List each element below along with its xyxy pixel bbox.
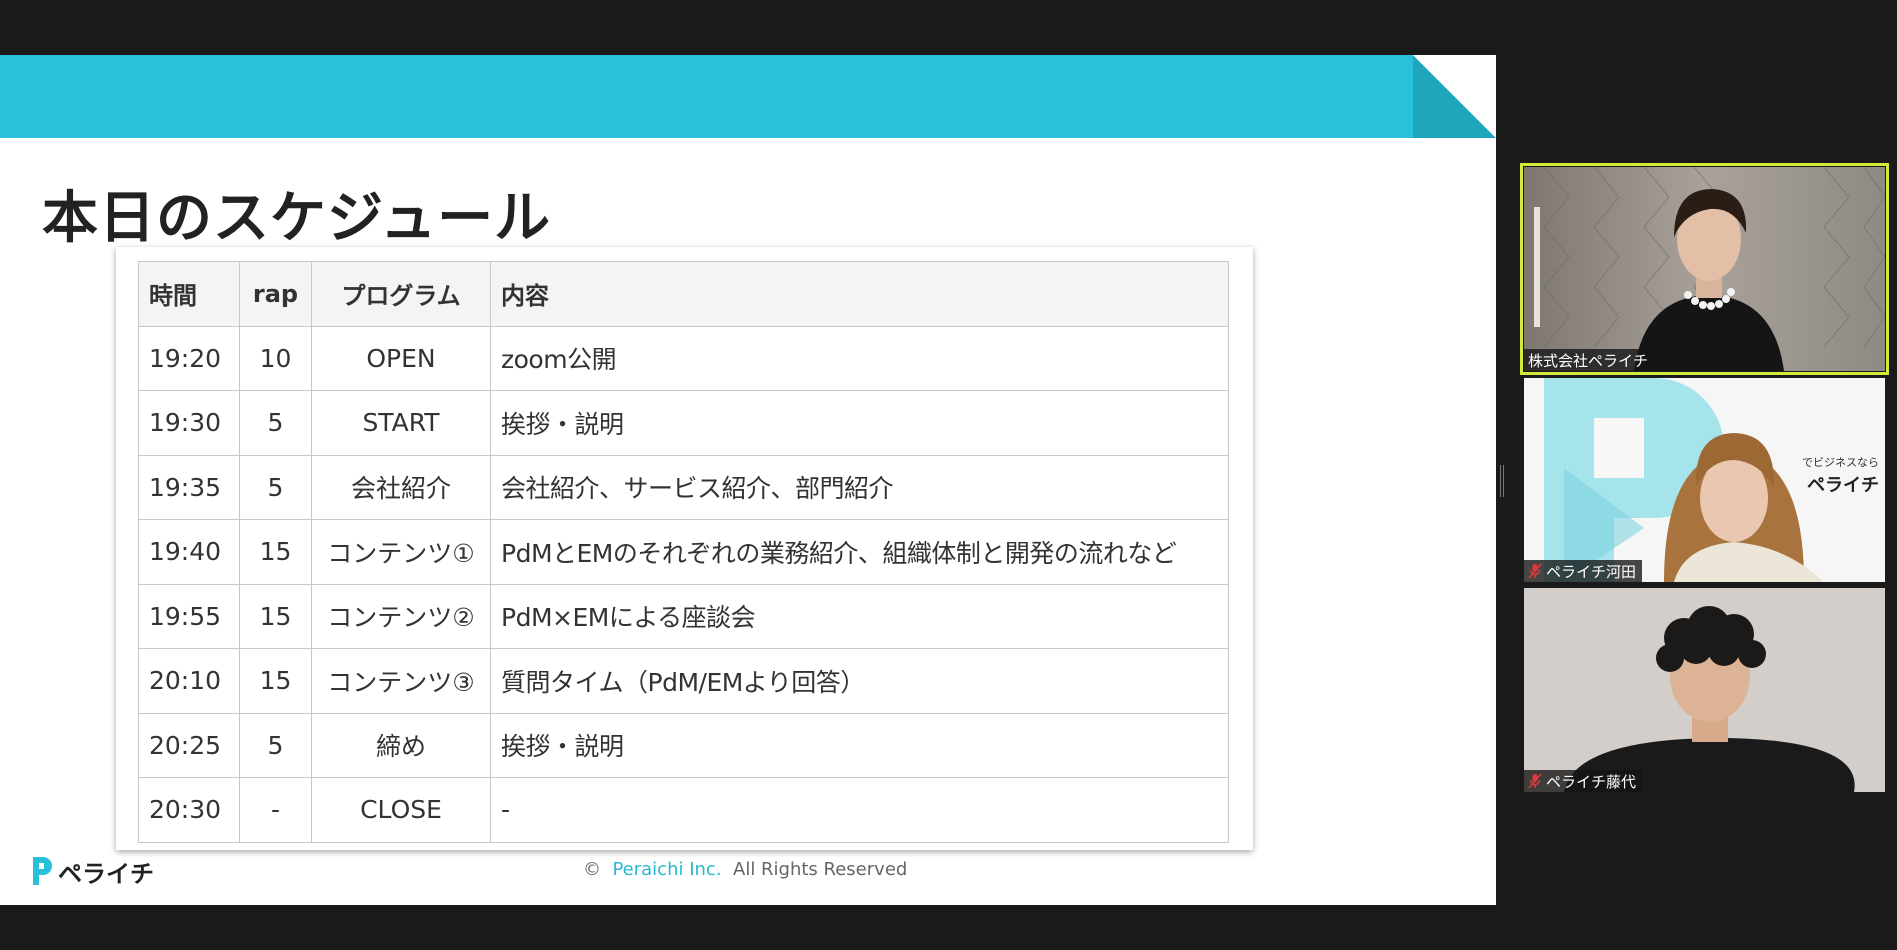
cell-time: 19:55	[138, 583, 240, 649]
cell-rap: 5	[239, 454, 312, 520]
cell-rap: 10	[239, 325, 312, 391]
table-row: 19:20 10 OPEN zoom公開	[138, 325, 1229, 391]
cell-program: コンテンツ③	[311, 648, 491, 714]
cell-time: 19:35	[138, 454, 240, 520]
cell-content: PdM×EMによる座談会	[490, 583, 1229, 649]
cell-rap: 15	[239, 648, 312, 714]
microphone-muted-icon	[1528, 773, 1542, 789]
cell-content: zoom公開	[490, 325, 1229, 391]
copyright-brand: Peraichi Inc.	[612, 859, 722, 880]
cell-program: 会社紹介	[311, 454, 491, 520]
cell-rap: 5	[239, 712, 312, 778]
cell-program: 締め	[311, 712, 491, 778]
cell-content: 挨拶・説明	[490, 712, 1229, 778]
table-row: 20:30- CLOSE -	[138, 777, 1229, 843]
participant-name: 株式会社ペライチ	[1528, 351, 1649, 370]
cell-program: START	[311, 390, 491, 456]
cell-program: コンテンツ②	[311, 583, 491, 649]
slide-header-band	[0, 55, 1413, 138]
gallery-resize-handle[interactable]	[1500, 465, 1504, 497]
copyright-notice: © Peraichi Inc. All Rights Reserved	[583, 859, 907, 880]
schedule-table-card: 時間 rap プログラム 内容 19:20 10 OPEN zoom公開 19:30 5 S…	[116, 247, 1253, 850]
schedule-table: 時間 rap プログラム 内容 19:20 10 OPEN zoom公開 19:30 5 S…	[138, 261, 1229, 843]
table-row: 19:55 15 コンテンツ② PdM×EMによる座談会	[138, 583, 1229, 649]
cell-content: 会社紹介、サービス紹介、部門紹介	[490, 454, 1229, 520]
column-header-rap: rap	[239, 261, 312, 327]
column-header-content: 内容	[490, 261, 1229, 327]
column-header-time: 時間	[138, 261, 240, 327]
cell-rap: 15	[239, 583, 312, 649]
table-row: 19:30 5 START 挨拶・説明	[138, 390, 1229, 456]
participant-name-label: ペライチ藤代	[1524, 770, 1643, 792]
cell-time: 20:10	[138, 648, 240, 714]
copyright-rest: All Rights Reserved	[733, 859, 908, 880]
peraichi-logo: ペライチ	[30, 855, 154, 888]
table-header-row: 時間 rap プログラム 内容	[138, 261, 1229, 327]
cell-program: コンテンツ①	[311, 519, 491, 585]
participant-name-label: ペライチ河田	[1524, 560, 1643, 582]
cell-time: 20:25	[138, 712, 240, 778]
participant-name-label: 株式会社ペライチ	[1524, 349, 1655, 371]
participant-video-1	[1524, 167, 1885, 371]
participant-tile-1[interactable]: 株式会社ペライチ	[1520, 163, 1889, 375]
table-row: 19:40 15 コンテンツ① PdMとEMのそれぞれの業務紹介、組織体制と開発の流れ…	[138, 519, 1229, 585]
cell-content: 挨拶・説明	[490, 390, 1229, 456]
cell-time: 20:30	[138, 777, 240, 843]
cell-rap: 15	[239, 519, 312, 585]
shared-slide: 本日のスケジュール 時間 rap プログラム 内容 19:20 10 OPEN zoo…	[0, 55, 1496, 905]
cell-time: 19:20	[138, 325, 240, 391]
cell-program: OPEN	[311, 325, 491, 391]
participant-name: ペライチ藤代	[1546, 772, 1637, 791]
slide-title: 本日のスケジュール	[42, 186, 552, 251]
participant-tile-2[interactable]: でビジネスなら ペライチ ペライチ河田	[1524, 378, 1885, 582]
participant-video-3	[1524, 588, 1885, 792]
cell-rap: -	[239, 777, 312, 843]
table-row: 19:35 5 会社紹介 会社紹介、サービス紹介、部門紹介	[138, 454, 1229, 520]
cell-time: 19:40	[138, 519, 240, 585]
participant-video-2: でビジネスなら ペライチ	[1524, 378, 1885, 582]
cell-rap: 5	[239, 390, 312, 456]
cell-time: 19:30	[138, 390, 240, 456]
background-text-1: でビジネスなら	[1802, 456, 1879, 469]
copyright-symbol: ©	[583, 859, 601, 880]
cell-program: CLOSE	[311, 777, 491, 843]
cell-content: -	[490, 777, 1229, 843]
cell-content: 質問タイム（PdM/EMより回答）	[490, 648, 1229, 714]
column-header-program: プログラム	[311, 261, 491, 327]
participant-tile-3[interactable]: ペライチ藤代	[1524, 588, 1885, 792]
microphone-muted-icon	[1528, 563, 1542, 579]
participant-name: ペライチ河田	[1546, 562, 1637, 581]
table-row: 20:25 5 締め 挨拶・説明	[138, 712, 1229, 778]
table-row: 20:10 15 コンテンツ③ 質問タイム（PdM/EMより回答）	[138, 648, 1229, 714]
logo-text: ペライチ	[58, 859, 154, 888]
background-text-2: ペライチ	[1807, 475, 1879, 496]
peraichi-logo-icon	[33, 857, 52, 885]
cell-content: PdMとEMのそれぞれの業務紹介、組織体制と開発の流れなど	[490, 519, 1229, 585]
slide-corner-decoration	[1413, 55, 1496, 138]
